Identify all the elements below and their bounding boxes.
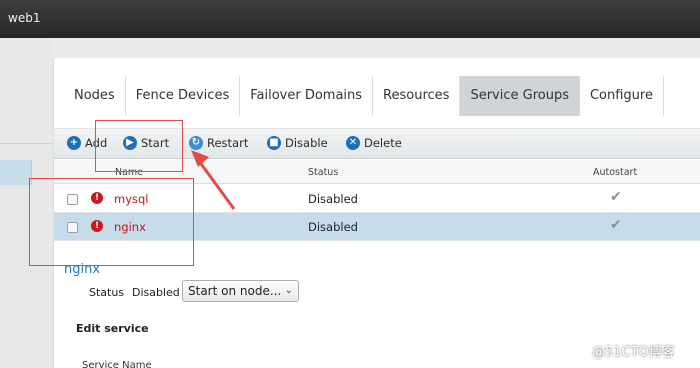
chevron-down-icon: ⌄ — [284, 285, 293, 296]
autostart-check-icon: ✔ — [610, 189, 622, 205]
edit-service-heading: Edit service — [76, 322, 149, 335]
annotation-box-rows — [29, 178, 194, 266]
disable-button[interactable]: ■ Disable — [267, 136, 328, 150]
disable-label: Disable — [285, 136, 328, 150]
start-on-node-select[interactable]: Start on node... ⌄ — [182, 280, 299, 302]
select-value: Start on node... — [188, 284, 282, 298]
delete-label: Delete — [364, 136, 402, 150]
watermark: @51CTO博客 — [592, 345, 675, 360]
close-icon: ✕ — [346, 136, 360, 150]
refresh-icon: ↻ — [189, 136, 203, 150]
service-status: Disabled — [308, 192, 358, 206]
restart-label: Restart — [207, 136, 249, 150]
delete-button[interactable]: ✕ Delete — [346, 136, 402, 150]
tab-resources[interactable]: Resources — [373, 76, 461, 116]
stop-icon: ■ — [267, 136, 281, 150]
plus-icon: + — [67, 136, 81, 150]
service-name-field-label: Service Name — [82, 360, 152, 368]
status-label: Status — [89, 286, 125, 299]
sidebar-selected-item[interactable] — [0, 160, 32, 185]
sidebar-divider — [0, 143, 53, 144]
column-header-status[interactable]: Status — [308, 167, 338, 178]
title-bar: web1 — [0, 0, 700, 38]
tab-service-groups[interactable]: Service Groups — [460, 76, 580, 116]
tab-failover-domains[interactable]: Failover Domains — [240, 76, 374, 116]
app-title: web1 — [8, 11, 41, 25]
tab-fence-devices[interactable]: Fence Devices — [126, 76, 241, 116]
tab-bar: Nodes Fence Devices Failover Domains Res… — [64, 76, 664, 116]
tab-nodes[interactable]: Nodes — [64, 76, 126, 116]
service-status: Disabled — [308, 220, 358, 234]
autostart-check-icon: ✔ — [610, 217, 622, 233]
annotation-box-start — [95, 120, 183, 172]
tab-configure[interactable]: Configure — [580, 76, 664, 116]
restart-button[interactable]: ↻ Restart — [189, 136, 248, 150]
column-header-autostart[interactable]: Autostart — [593, 167, 637, 178]
status-value: Disabled — [132, 286, 180, 299]
